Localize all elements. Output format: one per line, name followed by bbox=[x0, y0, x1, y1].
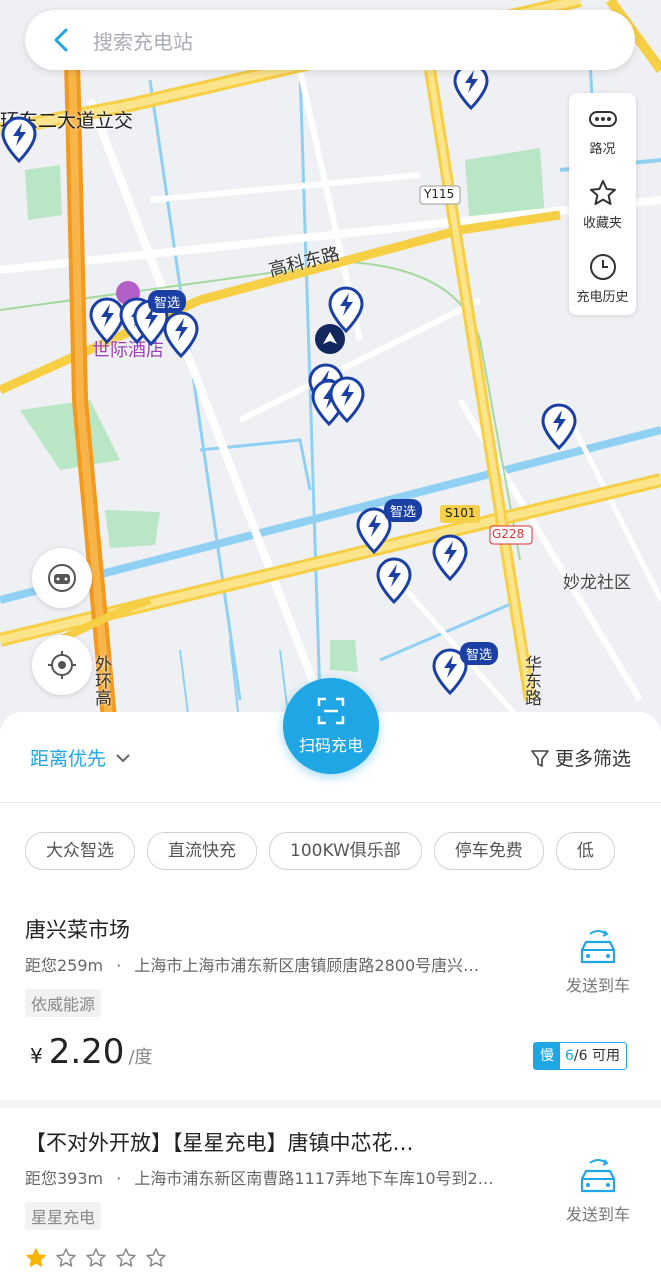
map-label-road4: S101 bbox=[445, 506, 476, 520]
card-divider bbox=[0, 1100, 661, 1108]
charging-pin-icon[interactable] bbox=[540, 402, 578, 450]
station-meta: 距您259m · 上海市上海市浦东新区唐镇顾唐路2800号唐兴… bbox=[25, 952, 545, 976]
star-empty-icon bbox=[116, 1248, 136, 1267]
chip-dc-fast[interactable]: 直流快充 bbox=[147, 832, 257, 870]
search-bar[interactable]: 搜索充电站 bbox=[25, 10, 635, 70]
locate-button[interactable] bbox=[32, 635, 92, 695]
car-mode-button[interactable] bbox=[32, 548, 92, 608]
map-view[interactable]: 环东二大道立交 高科东路 Y115 S101 G228 妙龙社区 华东路 外环高… bbox=[0, 0, 661, 730]
traffic-label: 路况 bbox=[589, 141, 616, 157]
station-distance: 距您393m bbox=[25, 1169, 104, 1188]
chip-low[interactable]: 低 bbox=[555, 832, 615, 870]
star-empty-icon bbox=[146, 1248, 166, 1267]
search-input[interactable]: 搜索充电站 bbox=[93, 26, 193, 55]
filter-icon bbox=[531, 749, 549, 767]
smart-badge: 智选 bbox=[148, 290, 187, 313]
star-empty-icon bbox=[56, 1248, 76, 1267]
send-to-car-icon bbox=[580, 1159, 616, 1193]
star-filled-icon bbox=[26, 1248, 46, 1267]
filter-label: 更多筛选 bbox=[554, 748, 631, 770]
price-value: 2.20 bbox=[48, 1032, 125, 1072]
history-label: 充电历史 bbox=[576, 289, 629, 305]
sort-label: 距离优先 bbox=[30, 748, 107, 770]
availability-badge: 慢 6 /6 可用 bbox=[533, 1042, 627, 1070]
available-count: 6 bbox=[565, 1048, 574, 1064]
charging-pin-icon[interactable] bbox=[328, 375, 366, 423]
station-name: 【不对外开放】【星星充电】唐镇中芯花… bbox=[25, 1131, 414, 1155]
chip-100kw[interactable]: 100KW俱乐部 bbox=[269, 832, 422, 870]
map-label-road5: G228 bbox=[492, 527, 525, 541]
favorites-label: 收藏夹 bbox=[582, 215, 622, 231]
chip-free-parking[interactable]: 停车免费 bbox=[433, 832, 544, 870]
smart-badge: 智选 bbox=[460, 642, 499, 665]
history-button[interactable]: 充电历史 bbox=[569, 241, 636, 315]
speed-label: 慢 bbox=[534, 1043, 560, 1069]
car-icon bbox=[48, 564, 76, 592]
send-to-car-button[interactable]: 发送到车 bbox=[560, 1157, 636, 1225]
station-card[interactable]: 唐兴菜市场 距您259m · 上海市上海市浦东新区唐镇顾唐路2800号唐兴… 依… bbox=[0, 902, 661, 1092]
station-distance: 距您259m bbox=[25, 956, 104, 975]
chip-vw-select[interactable]: 大众智选 bbox=[25, 832, 135, 870]
charging-pin-icon[interactable] bbox=[0, 115, 38, 163]
charging-pin-icon[interactable] bbox=[375, 556, 413, 604]
send-to-car-button[interactable]: 发送到车 bbox=[560, 928, 636, 996]
back-icon[interactable] bbox=[47, 25, 77, 55]
more-filter-button[interactable]: 更多筛选 bbox=[529, 744, 631, 771]
chevron-down-icon bbox=[116, 753, 130, 762]
operator-tag: 依威能源 bbox=[25, 989, 102, 1017]
price-unit: /度 bbox=[128, 1047, 153, 1068]
meta-separator: · bbox=[116, 956, 122, 975]
operator-tag: 星星充电 bbox=[25, 1202, 102, 1230]
scan-charge-button[interactable]: 扫码充电 bbox=[283, 678, 379, 774]
charging-pin-icon[interactable] bbox=[431, 533, 469, 581]
station-name: 唐兴菜市场 bbox=[25, 918, 130, 942]
star-empty-icon bbox=[86, 1248, 106, 1267]
map-label-road6: 妙龙社区 bbox=[563, 573, 631, 593]
star-icon bbox=[589, 179, 616, 205]
scan-label: 扫码充电 bbox=[298, 736, 363, 755]
map-label-road7: 华东路 bbox=[521, 655, 541, 706]
price: ¥ 2.20 /度 bbox=[30, 1032, 153, 1072]
traffic-icon bbox=[588, 110, 617, 127]
my-location-icon bbox=[315, 324, 345, 354]
filter-chips: 大众智选 直流快充 100KW俱乐部 停车免费低 bbox=[25, 832, 637, 870]
station-address: 上海市浦东新区南曹路1117弄地下车库10号到2… bbox=[134, 1169, 494, 1188]
rating-stars bbox=[25, 1247, 175, 1269]
scan-icon bbox=[317, 697, 345, 725]
send-to-car-label: 发送到车 bbox=[565, 976, 630, 995]
meta-separator: · bbox=[116, 1169, 122, 1188]
clock-icon bbox=[589, 253, 616, 280]
traffic-button[interactable]: 路况 bbox=[569, 93, 636, 167]
map-label-road3: Y115 bbox=[424, 187, 455, 201]
total-count: /6 可用 bbox=[573, 1048, 620, 1064]
station-list-sheet: 距离优先 更多筛选 大众智选 直流快充 100KW俱乐部 停车免费低 唐兴菜市场 距您… bbox=[0, 712, 661, 1279]
charging-pin-icon[interactable] bbox=[162, 310, 200, 358]
send-to-car-icon bbox=[580, 930, 616, 964]
map-side-panel: 路况 收藏夹 充电历史 bbox=[569, 93, 636, 315]
station-address: 上海市上海市浦东新区唐镇顾唐路2800号唐兴… bbox=[134, 956, 480, 975]
map-label-road8: 外环高 bbox=[91, 655, 111, 706]
station-card[interactable]: 【不对外开放】【星星充电】唐镇中芯花… 距您393m · 上海市浦东新区南曹路1… bbox=[0, 1117, 661, 1279]
station-meta: 距您393m · 上海市浦东新区南曹路1117弄地下车库10号到2… bbox=[25, 1165, 545, 1189]
favorites-button[interactable]: 收藏夹 bbox=[569, 167, 636, 241]
send-to-car-label: 发送到车 bbox=[565, 1205, 630, 1224]
sort-dropdown[interactable]: 距离优先 bbox=[30, 744, 134, 771]
locate-icon bbox=[48, 651, 76, 679]
smart-badge: 智选 bbox=[384, 499, 423, 522]
currency: ¥ bbox=[30, 1044, 43, 1068]
